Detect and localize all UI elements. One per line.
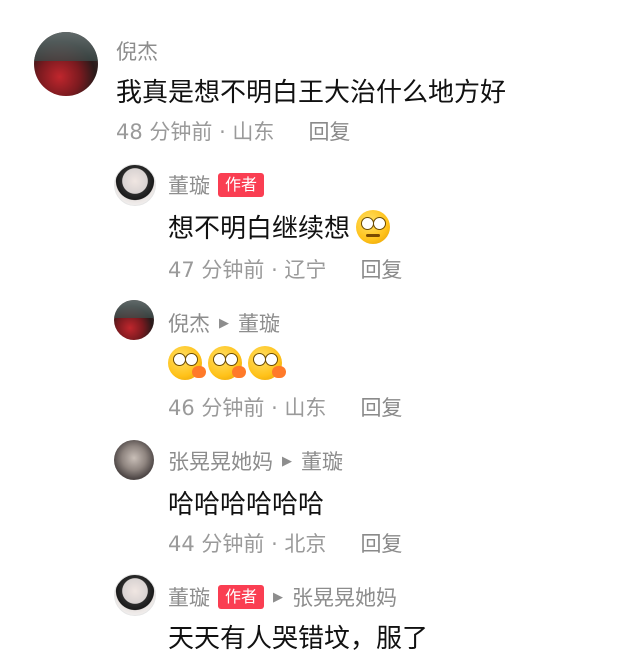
triangle-right-icon: ▶ [273,589,284,605]
comment-meta: 47 分钟前 · 辽宁 回复 [168,254,402,284]
timestamp-location: 47 分钟前 · 辽宁 [168,258,327,282]
commenter-name[interactable]: 倪杰 [116,36,158,66]
avatar[interactable] [114,440,154,480]
triangle-right-icon: ▶ [282,453,292,469]
timestamp-location: 48 分钟前 · 山东 [116,120,275,144]
avatar[interactable] [114,164,156,206]
reply-button[interactable]: 回复 [360,392,402,422]
comment-text-content: 我真是想不明白王大治什么地方好 [116,78,507,108]
comment-emojis [168,346,286,380]
surprised-emoji-icon [248,346,286,380]
author-badge: 作者 [218,173,265,197]
reply-target-name[interactable]: 董璇 [301,446,343,476]
reply-target-name[interactable]: 董璇 [238,308,280,338]
timestamp-location: 44 分钟前 · 北京 [168,532,327,556]
comment-meta: 44 分钟前 · 北京 回复 [168,528,402,558]
thinking-emoji-icon [356,209,391,244]
commenter-name[interactable]: 倪杰 [168,308,210,338]
surprised-emoji-icon [168,346,206,380]
comment-text: 我真是想不明白王大治什么地方好 [116,72,506,109]
comment-text-content: 天天有人哭错坟，服了 [168,624,429,654]
comment-text: 哈哈哈哈哈哈 [168,484,324,521]
comment-text-content: 想不明白继续想 [168,214,351,244]
reply-button[interactable]: 回复 [360,528,402,558]
surprised-emoji-icon [208,346,246,380]
reply-button[interactable]: 回复 [360,254,402,284]
comment-text: 天天有人哭错坟，服了 [168,618,428,655]
commenter-name[interactable]: 董璇 [168,582,210,612]
comment-meta: 48 分钟前 · 山东 回复 [116,116,350,146]
triangle-right-icon: ▶ [219,315,229,331]
comment-text: 想不明白继续想 [168,208,391,245]
reply-button[interactable]: 回复 [308,116,350,146]
comment-meta: 46 分钟前 · 山东 回复 [168,392,402,422]
timestamp-location: 46 分钟前 · 山东 [168,396,327,420]
commenter-name[interactable]: 张晃晃她妈 [168,446,273,476]
avatar[interactable] [114,300,154,340]
avatar[interactable] [114,574,156,616]
commenter-name[interactable]: 董璇 [168,170,210,200]
avatar[interactable] [34,32,98,96]
reply-target-name[interactable]: 张晃晃她妈 [292,582,397,612]
comment-text-content: 哈哈哈哈哈哈 [168,490,325,520]
author-badge: 作者 [218,585,265,609]
